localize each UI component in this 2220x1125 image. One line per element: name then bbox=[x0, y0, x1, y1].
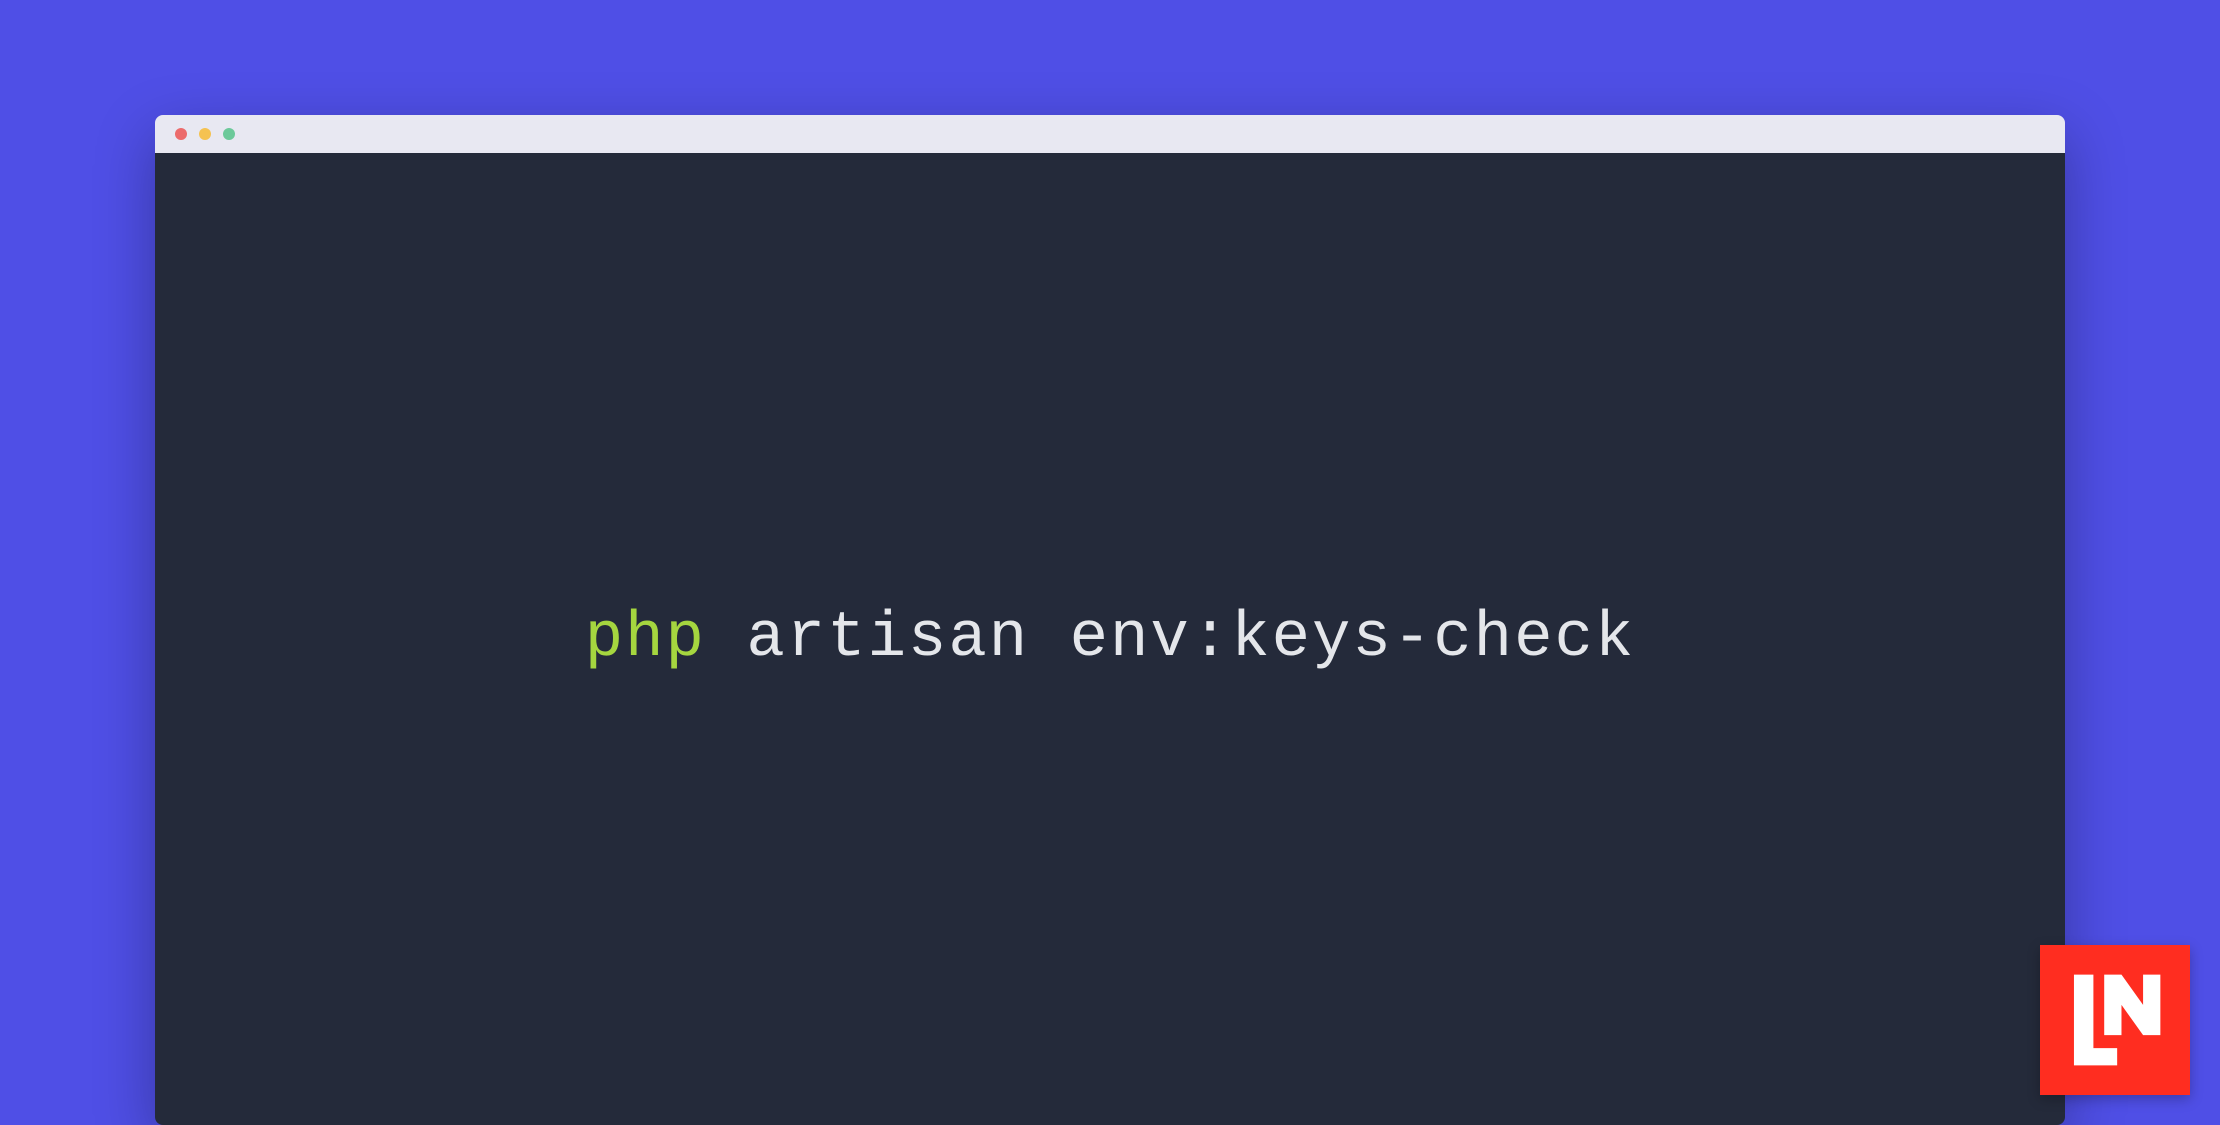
terminal-body: php artisan env:keys-check bbox=[155, 153, 2065, 1125]
command-line: php artisan env:keys-check bbox=[585, 603, 1636, 675]
command-executable: php bbox=[585, 603, 706, 675]
command-arguments: artisan env:keys-check bbox=[706, 603, 1635, 675]
minimize-icon[interactable] bbox=[199, 128, 211, 140]
laravel-news-logo-icon bbox=[2061, 966, 2169, 1074]
window-titlebar bbox=[155, 115, 2065, 153]
maximize-icon[interactable] bbox=[223, 128, 235, 140]
terminal-window: php artisan env:keys-check bbox=[155, 115, 2065, 1125]
close-icon[interactable] bbox=[175, 128, 187, 140]
brand-logo-badge bbox=[2040, 945, 2190, 1095]
